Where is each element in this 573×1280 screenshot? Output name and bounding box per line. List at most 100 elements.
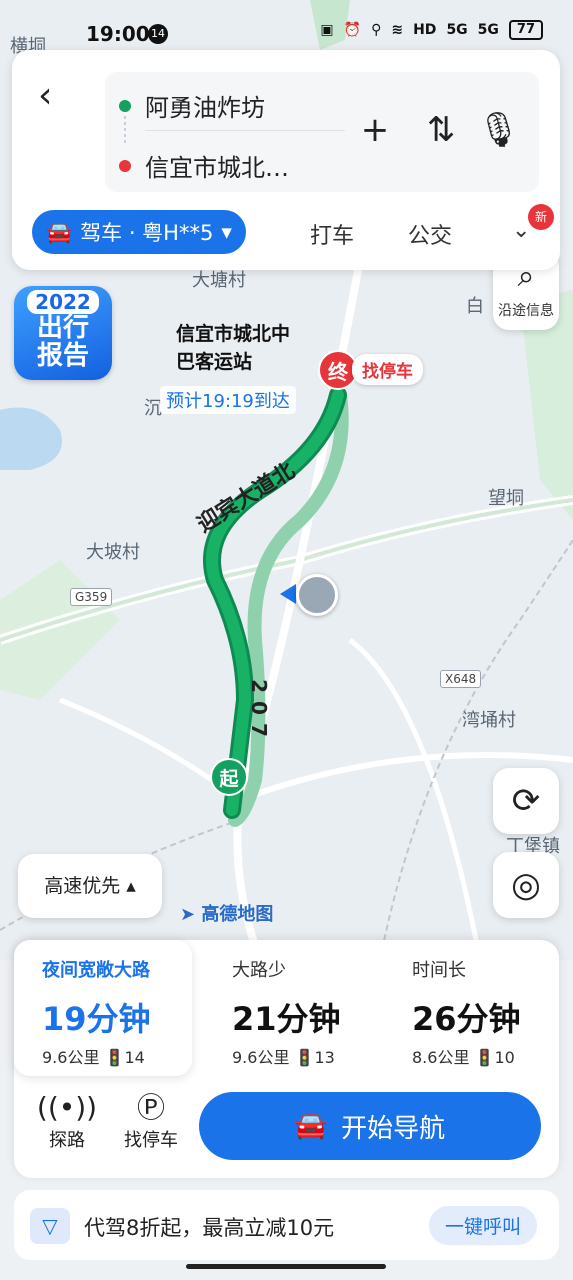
signal-5g-1-icon: 5G [446,22,468,38]
alarm-icon: ⏰ [343,22,362,38]
plus-icon: + [360,110,390,150]
car-icon: 🚘 [294,1111,328,1141]
promo-line1: 出行 [36,313,89,343]
back-button[interactable]: ‹ [38,76,70,116]
refresh-route-button[interactable]: ⟳ [493,768,559,834]
route-options-sheet: 夜间宽敞大路 19分钟 9.6公里 🚦14 大路少 21分钟 9.6公里 🚦13… [14,940,559,1178]
home-indicator[interactable] [186,1264,386,1269]
promo-line2: 报告 [36,341,89,371]
route-option-name: 夜间宽敞大路 [42,960,150,981]
caret-up-icon: ▴ [126,875,136,897]
swap-icon: ⇅ [426,110,456,150]
amap-logo-text: 高德地图 [201,904,274,925]
amap-logo: ➤ 高德地图 [180,900,273,926]
route-option-name: 大路少 [232,960,286,981]
map-label-bai: 白 [466,296,484,317]
battery-icon: 77 [508,20,543,40]
swap-button[interactable]: ⇅ [421,110,461,150]
route-option-duration: 26分钟 [412,1000,521,1038]
route-option-meta: 9.6公里 🚦14 [42,1044,145,1068]
more-modes-button[interactable]: ⌄ [512,218,530,243]
locate-me-button[interactable]: ◎ [493,852,559,918]
route-number: 207 [246,679,271,745]
status-time: 19:00 [86,22,150,46]
route-option-2[interactable]: 大路少 21分钟 9.6公里 🚦13 [204,940,382,1076]
car-icon: 🚘 [46,219,73,244]
location-icon: ⚲ [371,22,382,38]
origin-dot-icon [119,99,131,112]
route-option-distance: 8.6公里 [412,1048,470,1067]
parking-icon: Ⓟ [136,1091,165,1124]
road-tag-g359: G359 [70,588,113,606]
origin-field[interactable]: 阿勇油炸坊 [119,88,265,123]
route-option-3[interactable]: 时间长 26分钟 8.6公里 🚦10 [384,940,562,1076]
travel-mode-tabs: 🚘 驾车 · 粤H**5 ▾ 打车 公交 ⌄ 新 [32,204,554,256]
call-button[interactable]: 一键呼叫 [428,1206,537,1245]
explore-button[interactable]: ((•)) 探路 [32,1090,102,1152]
chevron-left-icon: ‹ [38,75,53,116]
map-label-wantongcun: 湾埇村 [462,710,516,731]
current-location-arrow-icon [280,584,296,604]
designated-driver-banner[interactable]: ▽ 代驾8折起，最高立减10元 一键呼叫 [14,1190,559,1260]
chevron-down-icon: ⌄ [512,218,531,243]
status-bar: 19:00 14 ▣ ⏰ ⚲ ≋ HD 5G 5G 77 [0,0,573,60]
traffic-light-icon: 🚦 [104,1048,125,1067]
explore-label: 探路 [49,1130,85,1151]
crosshair-icon: ◎ [511,865,541,905]
route-option-lights: 10 [494,1048,515,1067]
avatar[interactable] [296,574,338,616]
destination-text: 信宜市城北… [145,154,289,182]
new-badge: 新 [528,204,554,230]
destination-map-label-line1: 信宜市城北中 [176,323,291,345]
route-option-meta: 8.6公里 🚦10 [412,1044,515,1068]
route-option-distance: 9.6公里 [232,1048,290,1067]
start-marker[interactable]: 起 [210,758,248,796]
tab-drive-label: 驾车 · 粤H**5 [80,221,214,245]
add-waypoint-button[interactable]: + [355,110,395,150]
route-option-lights: 14 [124,1048,145,1067]
route-connector [124,116,126,146]
explore-signal-icon: ((•)) [36,1091,98,1124]
find-parking-button[interactable]: Ⓟ 找停车 [116,1090,186,1152]
route-option-duration: 19分钟 [42,1000,151,1038]
start-navigation-button[interactable]: 🚘 开始导航 [199,1092,541,1160]
tab-drive[interactable]: 🚘 驾车 · 粤H**5 ▾ [32,210,246,254]
route-option-distance: 9.6公里 [42,1048,100,1067]
notification-count-badge: 14 [148,24,168,44]
destination-map-label: 信宜市城北中 巴客运站 [176,320,290,376]
hd-icon: HD [413,22,437,38]
microphone-icon: 🎙 [477,110,521,150]
along-route-label: 沿途信息 [498,303,554,319]
route-preference-button[interactable]: 高速优先 ▴ [18,854,162,918]
voice-button[interactable]: 🎙 [477,110,521,150]
wifi-icon: ≋ [391,22,404,38]
travel-report-promo[interactable]: 2022 出行 报告 [14,286,112,380]
signal-5g-2-icon: 5G [477,22,499,38]
start-navigation-label: 开始导航 [341,1113,446,1144]
destination-field[interactable]: 信宜市城北… [119,148,289,183]
nfc-icon: ▣ [320,22,334,38]
route-endpoints-box: 阿勇油炸坊 信宜市城北… + ⇅ 🎙 [105,72,539,192]
amap-arrow-icon: ➤ [180,904,202,925]
tab-taxi[interactable]: 打车 [310,218,354,250]
destination-dot-icon [119,159,131,172]
refresh-icon: ⟳ [511,781,541,821]
promo-year: 2022 [27,290,99,314]
tab-transit[interactable]: 公交 [408,218,452,250]
banner-text: 代驾8折起，最高立减10元 [84,1216,335,1240]
find-parking-pill[interactable]: 找停车 [352,354,423,385]
map-label-dapocun: 大坡村 [86,542,140,563]
origin-text: 阿勇油炸坊 [145,94,265,122]
route-option-name: 时间长 [412,960,466,981]
traffic-light-icon: 🚦 [474,1048,495,1067]
eta-label: 预计19:19到达 [160,386,296,414]
driver-service-icon: ▽ [30,1208,70,1244]
caret-down-icon: ▾ [221,220,232,244]
status-icons: ▣ ⏰ ⚲ ≋ HD 5G 5G 77 [320,20,543,40]
find-parking-label: 找停车 [124,1130,178,1151]
destination-map-label-line2: 巴客运站 [176,351,253,373]
route-option-1[interactable]: 夜间宽敞大路 19分钟 9.6公里 🚦14 [14,940,192,1076]
field-divider [145,130,345,131]
route-preference-label: 高速优先 [44,875,121,897]
map-label-wangdong: 望垌 [488,488,524,509]
